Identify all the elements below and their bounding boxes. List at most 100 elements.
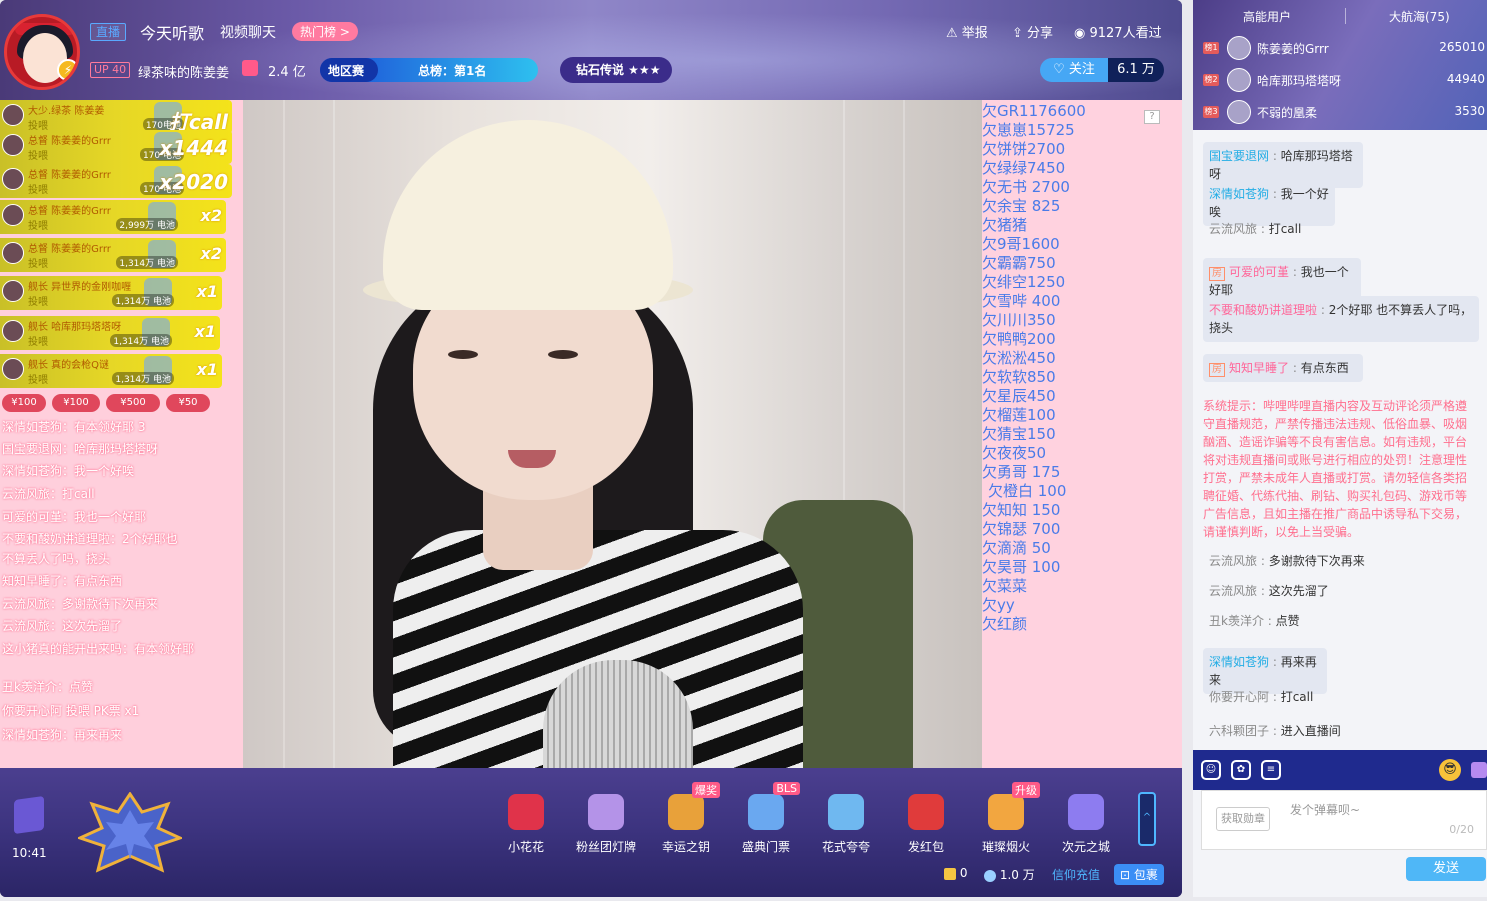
rank-number: 榜2: [1203, 74, 1219, 86]
left-danmaku-item[interactable]: 云流风旅：多谢款待下次再来: [2, 595, 158, 612]
coin-balance[interactable]: 0: [944, 866, 967, 880]
left-danmaku-item[interactable]: 国宝要退网：哈库那玛塔塔呀: [2, 440, 158, 457]
left-danmaku-item[interactable]: 深情如苍狗：再来再来: [2, 726, 122, 743]
share-button[interactable]: ⇪ 分享: [1012, 22, 1053, 41]
chat-user[interactable]: 不要和酸奶讲道理啦: [1209, 303, 1317, 317]
gifter-avatar[interactable]: [2, 280, 24, 302]
gift-item[interactable]: 幸运之钥 爆奖: [650, 782, 722, 858]
battery-balance[interactable]: 1.0 万: [984, 866, 1035, 883]
area-rank-badge[interactable]: 地区赛 总榜：第1名: [320, 58, 538, 82]
top-user-row[interactable]: 榜1 陈姜姜的Grrr 265010: [1193, 34, 1487, 62]
gifter-avatar[interactable]: [2, 320, 24, 342]
chat-message[interactable]: 你要开心阿 : 打call: [1203, 688, 1313, 706]
gift-icon: [748, 794, 784, 830]
bls-logo: [78, 792, 182, 873]
chat-colon: :: [1269, 149, 1281, 163]
left-danmaku-item[interactable]: 不要和酸奶讲道理啦：2个好耶也: [2, 530, 178, 547]
gift-label: 盛典门票: [741, 840, 790, 854]
chat-message[interactable]: 丑k羡洋介 : 点赞: [1203, 612, 1300, 630]
report-button[interactable]: ⚠ 举报: [946, 22, 988, 41]
gift-item[interactable]: 粉丝团灯牌: [570, 788, 642, 858]
chat-message[interactable]: 云流风旅 : 多谢款待下次再来: [1203, 552, 1365, 570]
curtain-fold: [333, 100, 335, 768]
chat-user[interactable]: 丑k羡洋介: [1209, 614, 1264, 628]
gift-label: 粉丝团灯牌: [575, 840, 636, 854]
gifter-avatar[interactable]: [2, 168, 24, 190]
help-icon[interactable]: ?: [1144, 110, 1160, 124]
gift-item[interactable]: 小花花: [490, 788, 562, 858]
gift-item[interactable]: 花式夸夸: [810, 788, 882, 858]
text-style-icon[interactable]: ≡: [1261, 760, 1281, 780]
emoji-icon[interactable]: ☺: [1201, 760, 1221, 780]
chat-message[interactable]: 六科颗团子 : 进入直播间: [1203, 722, 1341, 740]
gift-item[interactable]: 发红包: [890, 788, 962, 858]
uploader-name[interactable]: 绿茶味的陈姜姜: [138, 62, 229, 81]
gift-action: 投喂: [28, 297, 48, 308]
chat-user[interactable]: 可爱的可堇: [1229, 265, 1289, 279]
chat-user[interactable]: 深情如苍狗: [1209, 655, 1269, 669]
top-user-row[interactable]: 榜2 哈库那玛塔塔呀 44940: [1193, 66, 1487, 94]
chat-user[interactable]: 云流风旅: [1209, 222, 1257, 236]
gifter-avatar[interactable]: [2, 134, 24, 156]
user-avatar[interactable]: [1227, 36, 1251, 60]
chat-message[interactable]: 云流风旅 : 这次先溜了: [1203, 582, 1329, 600]
chat-user[interactable]: 深情如苍狗: [1209, 187, 1269, 201]
superchat-chip[interactable]: ¥50: [166, 394, 210, 412]
gift-item[interactable]: 盛典门票 BLS: [730, 782, 802, 858]
left-danmaku-item[interactable]: 云流风旅：打call: [2, 485, 95, 502]
chat-message[interactable]: 房知知早睡了 : 有点东西: [1203, 354, 1363, 382]
user-avatar[interactable]: [1227, 100, 1251, 124]
tab-high-energy[interactable]: 高能用户: [1243, 8, 1291, 25]
send-button[interactable]: 发送: [1406, 857, 1486, 881]
gift-item[interactable]: 璀璨烟火 升级: [970, 782, 1042, 858]
chat-message[interactable]: 不要和酸奶讲道理啦 : 2个好耶 也不算丢人了吗，挠头: [1203, 296, 1479, 342]
gifter-avatar[interactable]: [2, 242, 24, 264]
gift-item[interactable]: 次元之城: [1050, 788, 1122, 858]
chat-user[interactable]: 国宝要退网: [1209, 149, 1269, 163]
package-button[interactable]: ⊡ 包裹: [1114, 864, 1164, 885]
follow-button[interactable]: ♡ 关注: [1040, 58, 1108, 82]
viewer-label: 9127人看过: [1089, 26, 1162, 41]
chat-text: 点赞: [1275, 614, 1300, 628]
streamer-avatar[interactable]: ⚡: [4, 14, 80, 90]
chat-user[interactable]: 云流风旅: [1209, 554, 1257, 568]
danmaku-input[interactable]: 发个弹幕呗~: [1290, 801, 1360, 818]
left-danmaku-item[interactable]: 云流风旅：这次先溜了: [2, 617, 122, 634]
chat-toolbar: ☺ ✿ ≡ 😎: [1193, 750, 1487, 790]
chat-user[interactable]: 云流风旅: [1209, 584, 1257, 598]
purple-cube-icon[interactable]: [14, 795, 44, 835]
chat-user[interactable]: 你要开心阿: [1209, 690, 1269, 704]
user-avatar[interactable]: [1227, 68, 1251, 92]
superchat-chip[interactable]: ¥100: [52, 394, 100, 412]
left-danmaku-item[interactable]: 可爱的可堇：我也一个好耶: [2, 508, 146, 525]
tab-fleet[interactable]: 大航海(75): [1389, 8, 1450, 25]
chat-user[interactable]: 知知早睡了: [1229, 361, 1289, 375]
gifter-avatar[interactable]: [2, 358, 24, 380]
left-danmaku-item[interactable]: 知知早睡了：有点东西: [2, 572, 122, 589]
chat-message[interactable]: 云流风旅 : 打call: [1203, 220, 1301, 238]
gifter-avatar[interactable]: [2, 104, 24, 126]
left-danmaku-item[interactable]: 这小猪真的能开出来吗：有本领好耶: [2, 640, 194, 657]
left-danmaku-item[interactable]: 深情如苍狗：有本领好耶 3: [2, 418, 145, 435]
chat-bubble-icon[interactable]: [1471, 762, 1487, 778]
recharge-link[interactable]: 信仰充值: [1052, 866, 1100, 883]
chat-user[interactable]: 六科颗团子: [1209, 724, 1269, 738]
sticker-icon[interactable]: ✿: [1231, 760, 1251, 780]
diamond-legend-badge[interactable]: 钻石传说 ★★★: [560, 57, 673, 83]
superchat-chip[interactable]: ¥100: [2, 394, 46, 412]
superchat-chip[interactable]: ¥500: [106, 394, 160, 412]
top-user-row[interactable]: 榜3 不弱的凰柔 3530: [1193, 98, 1487, 126]
video-stream[interactable]: [243, 100, 982, 768]
hot-rank-button[interactable]: 热门榜 >: [292, 22, 358, 41]
room-category[interactable]: 视频聊天: [220, 22, 276, 42]
left-danmaku-item[interactable]: 丑k羡洋介：点赞: [2, 678, 93, 695]
gifter-avatar[interactable]: [2, 204, 24, 226]
left-danmaku-item[interactable]: 你要开心阿 投喂 PK票 x1: [2, 702, 139, 719]
medal-button[interactable]: 获取勋章: [1216, 807, 1270, 831]
gift-scroll-up[interactable]: ^: [1138, 792, 1156, 846]
contribution-rank: 高能用户 大航海(75) 榜1 陈姜姜的Grrr 265010 榜2 哈库那玛塔塔呀 44…: [1193, 0, 1487, 130]
sunglasses-emoji-icon[interactable]: 😎: [1439, 759, 1461, 781]
danmaku-input-area[interactable]: 获取勋章 发个弹幕呗~ 0/20: [1201, 790, 1487, 850]
left-danmaku-item[interactable]: 深情如苍狗：我一个好唉: [2, 462, 134, 479]
left-danmaku-item[interactable]: 不算丢人了吗，挠头: [2, 550, 110, 567]
